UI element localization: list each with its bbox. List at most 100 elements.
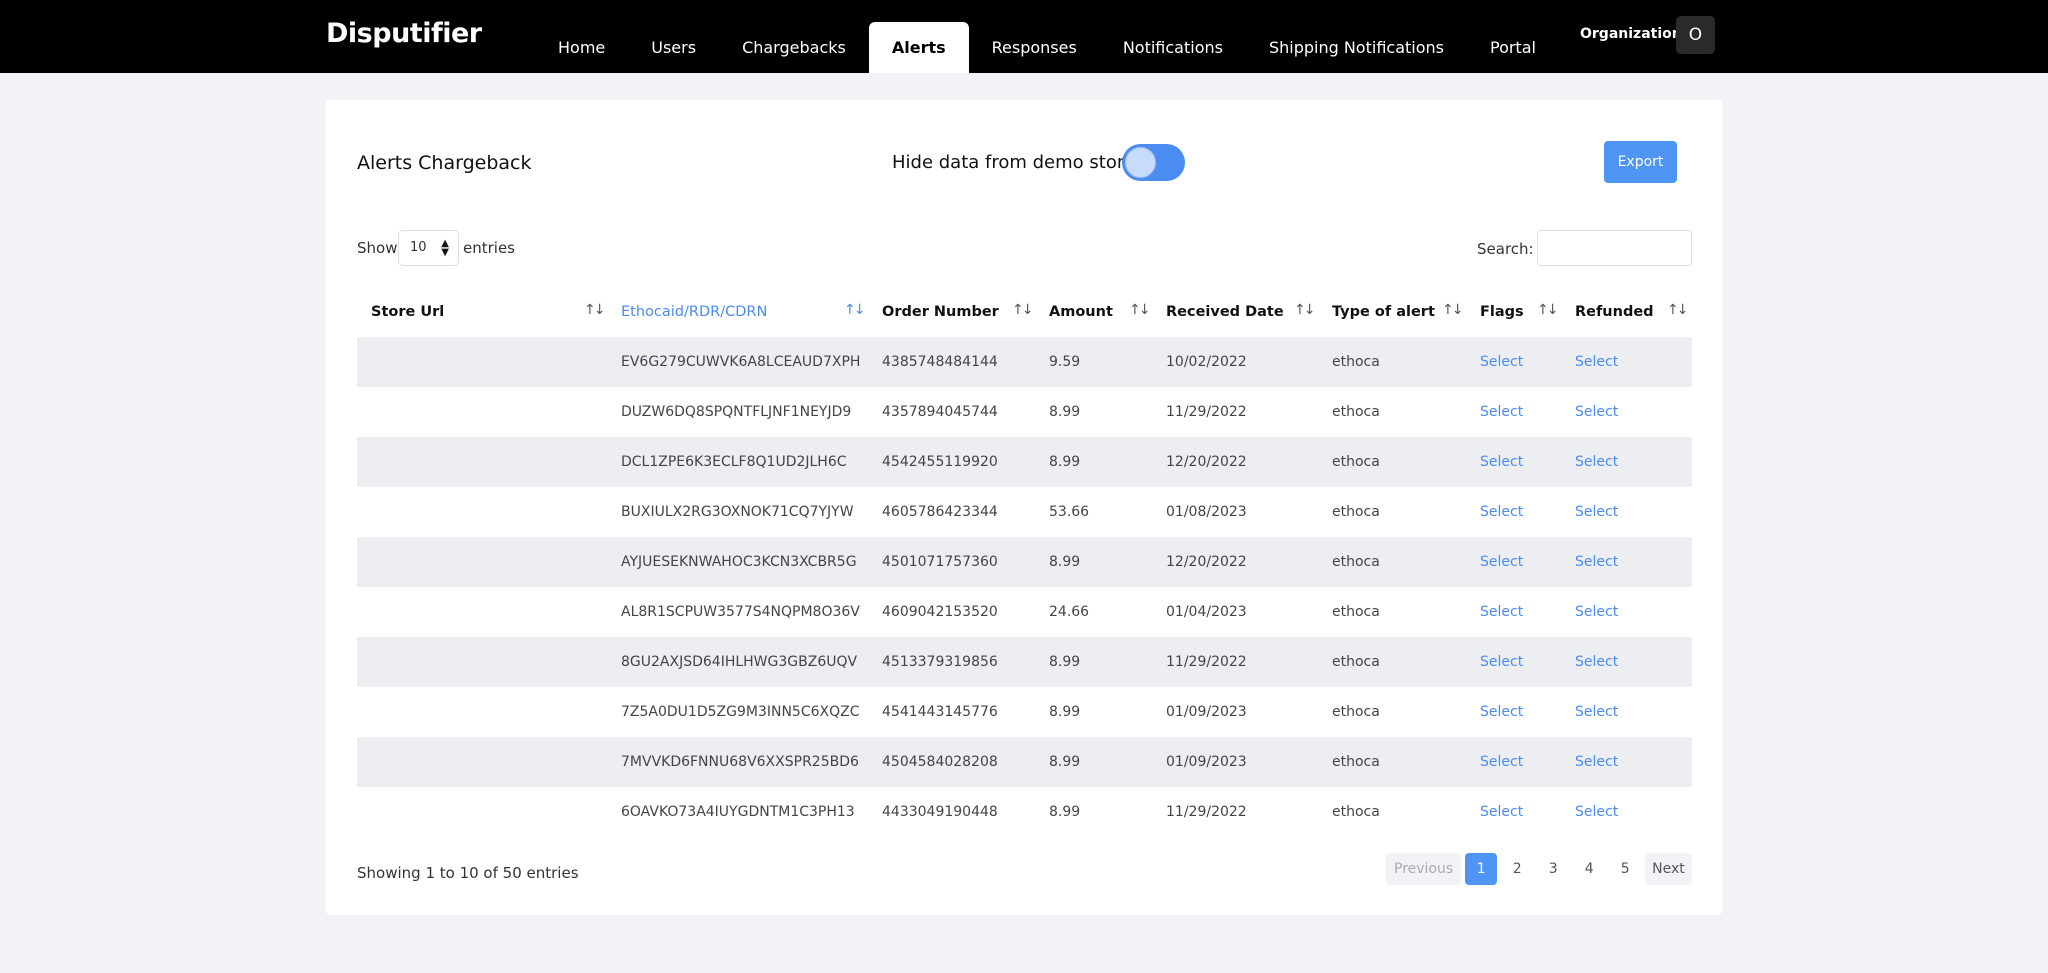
main-nav: Home Users Chargebacks Alerts Responses … <box>535 22 1559 73</box>
flags-select-link[interactable]: Select <box>1480 587 1523 637</box>
table-row: 8GU2AXJSD64IHLHWG3GBZ6UQV 4513379319856 8.… <box>357 637 1692 687</box>
table-row: 7Z5A0DU1D5ZG9M3INN5C6XQZC 4541443145776 8.… <box>357 687 1692 737</box>
tab-users[interactable]: Users <box>628 22 719 73</box>
page-5-button[interactable]: 5 <box>1609 853 1641 885</box>
cell-amount: 8.99 <box>1049 704 1081 720</box>
search-label: Search: <box>1477 240 1534 258</box>
cell-ethoca-id: BUXIULX2RG3OXNOK71CQ7YJYW <box>621 504 854 520</box>
flags-select-link[interactable]: Select <box>1480 737 1523 787</box>
cell-alert-type: ethoca <box>1332 704 1380 720</box>
cell-received-date: 11/29/2022 <box>1166 404 1247 420</box>
tab-shipping-notifications[interactable]: Shipping Notifications <box>1246 22 1467 73</box>
cell-ethoca-id: AL8R1SCPUW3577S4NQPM8O36V <box>621 604 860 620</box>
page-4-button[interactable]: 4 <box>1573 853 1605 885</box>
org-avatar-button[interactable]: O <box>1676 16 1715 54</box>
refunded-select-link[interactable]: Select <box>1575 537 1618 587</box>
refunded-select-link[interactable]: Select <box>1575 787 1618 837</box>
page-3-button[interactable]: 3 <box>1537 853 1569 885</box>
tab-notifications[interactable]: Notifications <box>1100 22 1246 73</box>
cell-ethoca-id: 8GU2AXJSD64IHLHWG3GBZ6UQV <box>621 654 858 670</box>
cell-order-number: 4605786423344 <box>882 504 998 520</box>
sort-arrows-icon[interactable]: ↑↓ <box>844 302 866 318</box>
cell-order-number: 4501071757360 <box>882 554 998 570</box>
cell-ethoca-id: AYJUESEKNWAHOC3KCN3XCBR5G <box>621 554 857 570</box>
refunded-select-link[interactable]: Select <box>1575 487 1618 537</box>
table-header: Store Url ↑↓ Ethocaid/RDR/CDRN ↑↓ Order … <box>357 286 1692 337</box>
cell-amount: 8.99 <box>1049 804 1081 820</box>
next-page-button[interactable]: Next <box>1645 853 1692 885</box>
table-row: DCL1ZPE6K3ECLF8Q1UD2JLH6C 4542455119920 8.… <box>357 437 1692 487</box>
page-2-button[interactable]: 2 <box>1501 853 1533 885</box>
flags-select-link[interactable]: Select <box>1480 687 1523 737</box>
cell-received-date: 11/29/2022 <box>1166 654 1247 670</box>
cell-received-date: 11/29/2022 <box>1166 804 1247 820</box>
flags-select-link[interactable]: Select <box>1480 387 1523 437</box>
organization-label[interactable]: Organization <box>1580 26 1682 42</box>
col-ethoca-id[interactable]: Ethocaid/RDR/CDRN <box>621 286 767 337</box>
table-row: DUZW6DQ8SPQNTFLJNF1NEYJD9 4357894045744 8.… <box>357 387 1692 437</box>
refunded-select-link[interactable]: Select <box>1575 437 1618 487</box>
cell-ethoca-id: DCL1ZPE6K3ECLF8Q1UD2JLH6C <box>621 454 847 470</box>
sort-arrows-icon[interactable]: ↑↓ <box>584 302 606 318</box>
col-amount[interactable]: Amount <box>1049 286 1113 337</box>
cell-order-number: 4513379319856 <box>882 654 998 670</box>
col-refunded[interactable]: Refunded <box>1575 286 1654 337</box>
tab-alerts[interactable]: Alerts <box>868 22 969 73</box>
table-row: AYJUESEKNWAHOC3KCN3XCBR5G 4501071757360 8.… <box>357 537 1692 587</box>
table-row: BUXIULX2RG3OXNOK71CQ7YJYW 4605786423344 53… <box>357 487 1692 537</box>
col-received-date[interactable]: Received Date <box>1166 286 1284 337</box>
cell-order-number: 4542455119920 <box>882 454 998 470</box>
cell-alert-type: ethoca <box>1332 554 1380 570</box>
sort-arrows-icon[interactable]: ↑↓ <box>1129 302 1151 318</box>
tab-portal[interactable]: Portal <box>1467 22 1559 73</box>
col-order-number[interactable]: Order Number <box>882 286 999 337</box>
refunded-select-link[interactable]: Select <box>1575 387 1618 437</box>
page-size-value: 10 <box>410 240 427 255</box>
cell-amount: 8.99 <box>1049 754 1081 770</box>
cell-order-number: 4357894045744 <box>882 404 998 420</box>
tab-chargebacks[interactable]: Chargebacks <box>719 22 869 73</box>
page-1-button[interactable]: 1 <box>1465 853 1498 885</box>
alerts-table: Store Url ↑↓ Ethocaid/RDR/CDRN ↑↓ Order … <box>357 286 1692 837</box>
cell-alert-type: ethoca <box>1332 404 1380 420</box>
flags-select-link[interactable]: Select <box>1480 537 1523 587</box>
flags-select-link[interactable]: Select <box>1480 337 1523 387</box>
entries-label: entries <box>463 239 515 257</box>
table-row: AL8R1SCPUW3577S4NQPM8O36V 4609042153520 24… <box>357 587 1692 637</box>
table-row: EV6G279CUWVK6A8LCEAUD7XPH 4385748484144 9.… <box>357 337 1692 387</box>
previous-page-button[interactable]: Previous <box>1386 853 1462 885</box>
tab-home[interactable]: Home <box>535 22 628 73</box>
page-size-select[interactable]: 10 ▲ ▼ <box>398 230 459 266</box>
app-logo[interactable]: Disputifier <box>326 18 482 49</box>
cell-ethoca-id: DUZW6DQ8SPQNTFLJNF1NEYJD9 <box>621 404 852 420</box>
refunded-select-link[interactable]: Select <box>1575 687 1618 737</box>
sort-arrows-icon[interactable]: ↑↓ <box>1294 302 1316 318</box>
export-button[interactable]: Export <box>1604 141 1677 183</box>
cell-amount: 24.66 <box>1049 604 1090 620</box>
flags-select-link[interactable]: Select <box>1480 437 1523 487</box>
tab-responses[interactable]: Responses <box>969 22 1100 73</box>
flags-select-link[interactable]: Select <box>1480 787 1523 837</box>
cell-order-number: 4609042153520 <box>882 604 998 620</box>
col-type-of-alert[interactable]: Type of alert <box>1332 286 1435 337</box>
cell-alert-type: ethoca <box>1332 654 1380 670</box>
sort-arrows-icon[interactable]: ↑↓ <box>1537 302 1559 318</box>
sort-arrows-icon[interactable]: ↑↓ <box>1442 302 1464 318</box>
refunded-select-link[interactable]: Select <box>1575 637 1618 687</box>
cell-order-number: 4433049190448 <box>882 804 998 820</box>
cell-received-date: 12/20/2022 <box>1166 454 1247 470</box>
sort-arrows-icon[interactable]: ↑↓ <box>1012 302 1034 318</box>
col-store-url[interactable]: Store Url <box>371 286 444 337</box>
col-flags[interactable]: Flags <box>1480 286 1524 337</box>
refunded-select-link[interactable]: Select <box>1575 337 1618 387</box>
flags-select-link[interactable]: Select <box>1480 637 1523 687</box>
flags-select-link[interactable]: Select <box>1480 487 1523 537</box>
refunded-select-link[interactable]: Select <box>1575 587 1618 637</box>
search-input[interactable] <box>1537 230 1692 266</box>
sort-arrows-icon[interactable]: ↑↓ <box>1667 302 1689 318</box>
refunded-select-link[interactable]: Select <box>1575 737 1618 787</box>
cell-received-date: 01/09/2023 <box>1166 704 1247 720</box>
show-label: Show <box>357 239 398 257</box>
cell-order-number: 4541443145776 <box>882 704 998 720</box>
demo-store-toggle[interactable] <box>1122 144 1185 181</box>
